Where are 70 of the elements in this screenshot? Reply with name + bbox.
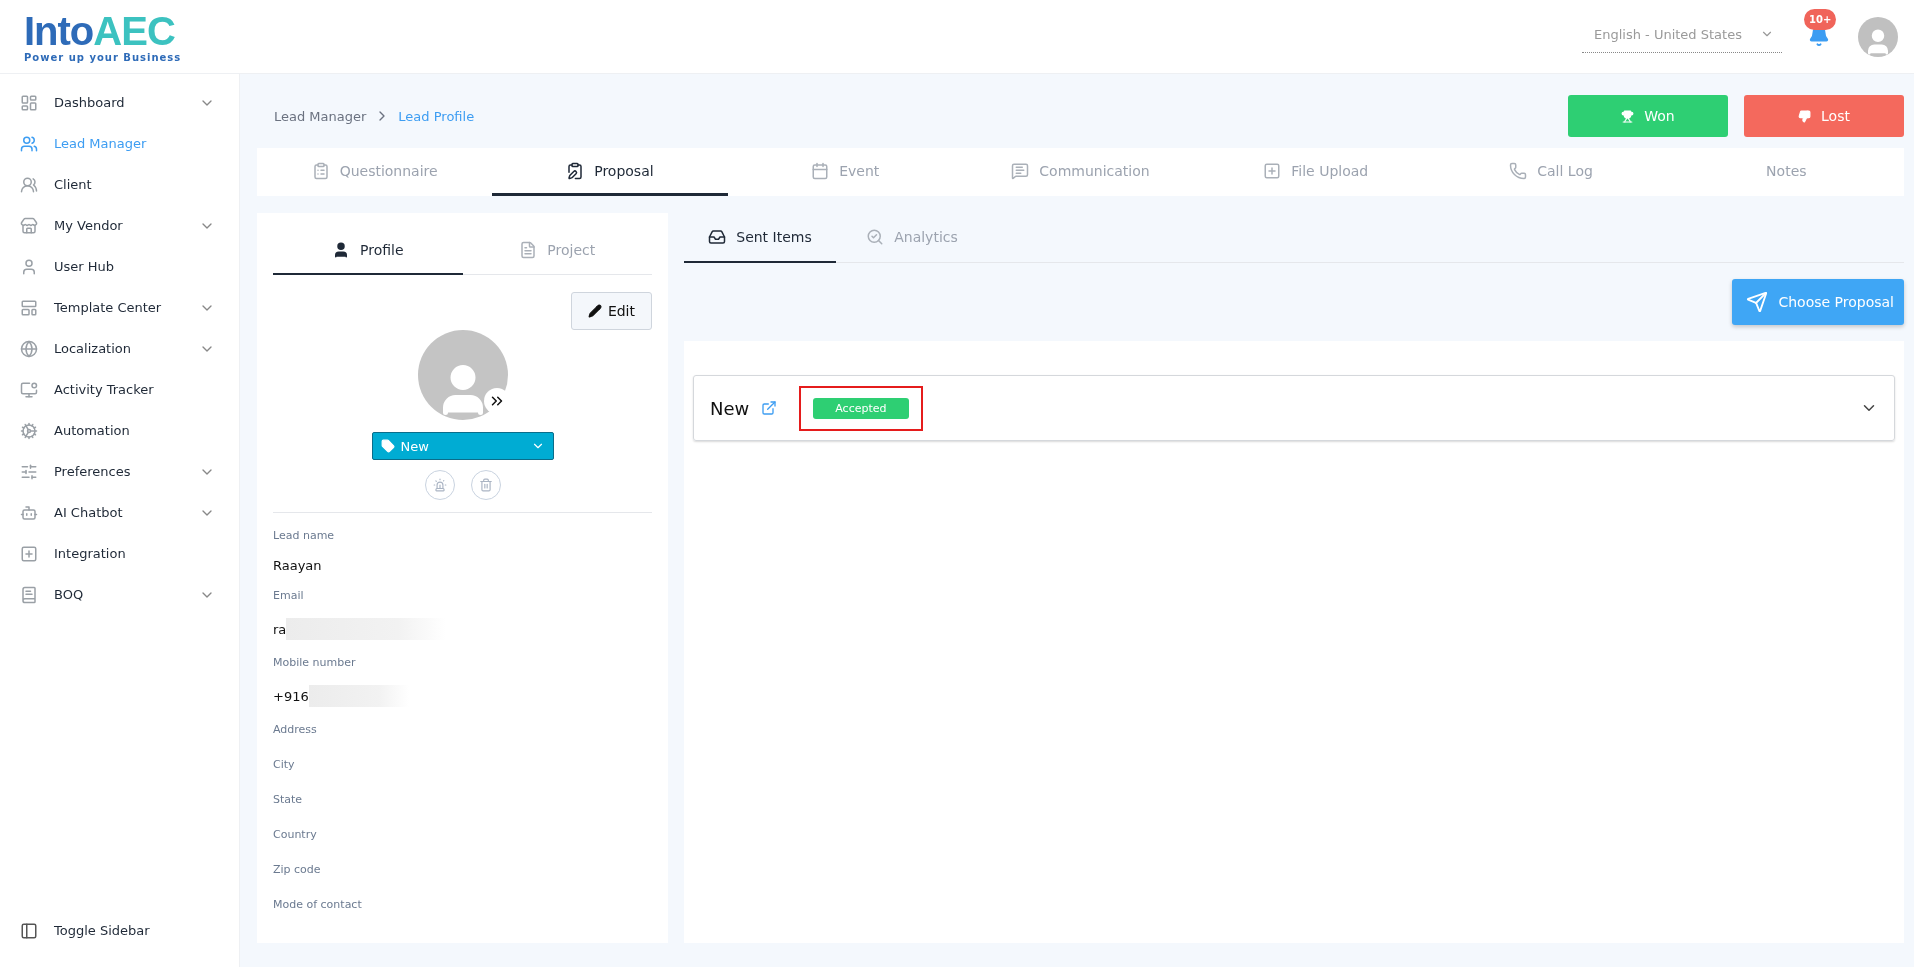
monitor-icon	[20, 380, 38, 399]
sidebar-item[interactable]: Automation	[0, 410, 239, 451]
user-icon	[20, 257, 38, 276]
sidebar-item[interactable]: Template Center	[0, 287, 239, 328]
tab[interactable]: Proposal	[492, 148, 728, 196]
trophy-icon	[1621, 109, 1635, 123]
sidebar-item[interactable]: User Hub	[0, 246, 239, 287]
globe-icon	[20, 339, 38, 358]
logo: IntoAEC Power up your Business	[24, 10, 182, 63]
proposal-row[interactable]: New Accepted	[693, 375, 1895, 441]
group-icon	[20, 175, 38, 194]
book-icon	[20, 585, 38, 604]
field-value: Raayan	[273, 558, 322, 573]
template-icon	[20, 298, 38, 317]
field-value: ra	[273, 621, 287, 637]
alarm-button[interactable]	[424, 470, 455, 500]
sidebar-item[interactable]: Activity Tracker	[0, 369, 239, 410]
people-icon	[20, 134, 38, 153]
proposal-title: New	[710, 397, 750, 419]
sidebar-item[interactable]: AI Chatbot	[0, 492, 239, 533]
phone-icon	[1509, 161, 1528, 180]
field-label: Country	[273, 828, 318, 841]
message-icon	[1011, 161, 1030, 180]
panel-icon	[20, 921, 38, 940]
field-label: City	[273, 758, 296, 771]
sidebar-item[interactable]: Preferences	[0, 451, 239, 492]
search-document-icon	[866, 228, 885, 246]
dashboard-icon	[20, 93, 38, 112]
external-link-icon[interactable]	[761, 400, 778, 416]
sidebar-item[interactable]: Localization	[0, 328, 239, 369]
robot-icon	[20, 503, 38, 522]
tab[interactable]: Profile	[273, 227, 463, 275]
avatar[interactable]	[1858, 16, 1898, 57]
user-icon	[332, 241, 350, 259]
tag-icon	[380, 439, 395, 453]
status-badge: Accepted	[813, 397, 909, 419]
trash-icon	[478, 478, 493, 492]
gear-icon	[20, 421, 38, 440]
plus-square-icon	[1263, 161, 1282, 180]
send-icon	[1746, 291, 1769, 313]
field-label: Mode of contact	[273, 898, 363, 911]
field-label: Mobile number	[273, 656, 357, 669]
field-label: Email	[273, 589, 305, 602]
pencil-icon	[587, 304, 602, 318]
inbox-icon	[708, 228, 727, 246]
breadcrumb-link[interactable]: Lead Manager	[274, 108, 367, 124]
toggle-sidebar-button[interactable]: Toggle Sidebar	[0, 910, 239, 951]
clipboard-pen-icon	[566, 161, 585, 180]
clipboard-icon	[311, 161, 330, 180]
tab[interactable]: Sent Items	[684, 213, 836, 263]
document-icon	[519, 241, 538, 259]
field-label: Address	[273, 723, 318, 736]
plus-square-icon	[20, 544, 38, 563]
siren-icon	[432, 478, 447, 492]
field-label: State	[273, 793, 304, 806]
thumbs-down-icon	[1798, 109, 1812, 123]
sidebar-item[interactable]: Dashboard	[0, 82, 239, 123]
notification-badge: 10+	[1804, 8, 1837, 30]
sidebar-item[interactable]: Client	[0, 164, 239, 205]
field-label: Zip code	[273, 863, 322, 876]
field-value: +916	[273, 688, 309, 704]
sidebar-item[interactable]: BOQ	[0, 574, 239, 615]
delete-button[interactable]	[470, 470, 501, 500]
sidebar-item[interactable]: Integration	[0, 533, 239, 574]
sidebar-item[interactable]: My Vendor	[0, 205, 239, 246]
sliders-icon	[20, 462, 38, 481]
calendar-icon	[811, 161, 830, 180]
field-label: Lead name	[273, 529, 336, 542]
store-icon	[20, 216, 38, 235]
edit-button[interactable]: Edit	[570, 292, 652, 330]
